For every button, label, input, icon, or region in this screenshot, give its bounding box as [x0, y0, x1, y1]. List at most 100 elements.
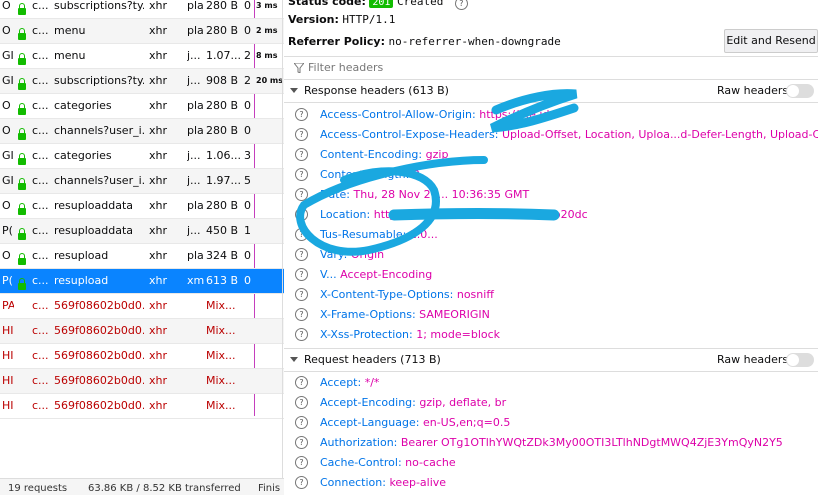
raw-headers-label: Raw headers: [717, 84, 789, 97]
filter-headers-bar[interactable]: Filter headers: [284, 56, 818, 80]
request-headers-section-header[interactable]: Request headers (713 B) Raw headers: [284, 348, 818, 372]
request-method: O: [2, 0, 11, 12]
header-name-text: Date:: [320, 188, 350, 201]
header-name-text: Accept-Language:: [320, 416, 420, 429]
help-icon[interactable]: ?: [295, 416, 308, 429]
request-domain: c...: [32, 349, 49, 362]
request-domain: c...: [32, 174, 49, 187]
help-icon[interactable]: ?: [295, 288, 308, 301]
header-name-text: Tus-Resumable:: [320, 228, 407, 241]
help-icon[interactable]: ?: [295, 228, 308, 241]
request-row[interactable]: GI c... subscriptions?ty... xhr j... 908 B 2. 2…: [0, 69, 284, 94]
request-method: O: [2, 199, 11, 212]
request-cause: xhr: [149, 24, 168, 37]
help-icon[interactable]: ?: [295, 456, 308, 469]
header-name-text: Cache-Control:: [320, 456, 402, 469]
request-timing: [256, 269, 284, 293]
lock-icon: [18, 144, 30, 168]
help-icon[interactable]: ?: [295, 188, 308, 201]
header-value: no-cache: [405, 456, 456, 469]
request-transferred: 908 B: [206, 74, 239, 87]
request-type: [187, 344, 205, 368]
header-name-text: Accept-Encoding:: [320, 396, 416, 409]
help-icon[interactable]: ?: [295, 248, 308, 261]
panel-splitter[interactable]: [282, 0, 283, 494]
help-icon[interactable]: ?: [295, 108, 308, 121]
request-file: 569f08602b0d0...: [54, 399, 144, 412]
request-timing: [256, 319, 284, 343]
raw-headers-toggle[interactable]: [786, 84, 814, 98]
request-file: menu: [54, 24, 86, 37]
help-icon[interactable]: ?: [295, 148, 308, 161]
header-name: X-Frame-Options: SAMEORIGIN: [320, 305, 490, 325]
request-domain: c...: [32, 199, 49, 212]
request-domain: c...: [32, 49, 49, 62]
request-row[interactable]: HI c... 569f08602b0d0... xhr Mix...: [0, 344, 284, 369]
request-timing: 8 ms: [256, 51, 278, 60]
help-icon[interactable]: ?: [295, 328, 308, 341]
request-row[interactable]: Oc... categories xhr pla 280 B 0: [0, 94, 284, 119]
header-name-text: Content-Length:: [320, 168, 410, 181]
request-row[interactable]: GI c... categories xhr j... 1.06...3.: [0, 144, 284, 169]
request-type: [187, 294, 205, 318]
help-icon[interactable]: ?: [295, 476, 308, 489]
response-headers-title: Response headers (613 B): [304, 84, 449, 97]
request-row[interactable]: GI c... channels?user_i... xhr j... 1.97...5!: [0, 169, 284, 194]
help-icon[interactable]: ?: [295, 128, 308, 141]
chevron-down-icon[interactable]: [290, 88, 298, 93]
help-icon[interactable]: ?: [295, 168, 308, 181]
edit-and-resend-button[interactable]: Edit and Resend: [724, 29, 818, 53]
header-name: Authorization: Bearer OTg1OTlhYWQtZDk3My…: [320, 433, 783, 453]
help-icon[interactable]: ?: [454, 0, 468, 10]
chevron-down-icon[interactable]: [290, 357, 298, 362]
request-transferred: 324 B: [206, 249, 239, 262]
request-row[interactable]: P(c... resuploaddata xhr j... 450 B 1: [0, 219, 284, 244]
version-value: HTTP/1.1: [342, 13, 396, 26]
request-row[interactable]: HI c... 569f08602b0d0... xhr Mix...: [0, 369, 284, 394]
referrer-value: no-referrer-when-downgrade: [388, 35, 561, 48]
request-domain: c...: [32, 324, 49, 337]
request-size: 0: [244, 199, 251, 212]
help-icon[interactable]: ?: [295, 436, 308, 449]
request-row[interactable]: HI c... 569f08602b0d0... xhr Mix...: [0, 394, 284, 419]
header-value: Origin: [350, 248, 385, 261]
help-icon[interactable]: ?: [295, 396, 308, 409]
request-size: 2.: [244, 49, 252, 62]
request-timing: [256, 94, 284, 118]
request-domain: c...: [32, 124, 49, 137]
raw-headers-toggle[interactable]: [786, 353, 814, 367]
request-row[interactable]: PA c... 569f08602b0d0... xhr Mix...: [0, 294, 284, 319]
help-icon[interactable]: ?: [295, 268, 308, 281]
lock-icon: [18, 244, 30, 268]
request-method: O: [2, 124, 11, 137]
lock-icon: [18, 69, 30, 93]
request-file: 569f08602b0d0...: [54, 299, 144, 312]
request-file: resuploaddata: [54, 224, 134, 237]
request-timing: [256, 369, 284, 393]
header-name: Access-Control-Expose-Headers: Upload-Of…: [320, 125, 818, 145]
request-file: channels?user_i...: [54, 124, 144, 137]
request-file: subscriptions?ty...: [54, 74, 144, 87]
request-row[interactable]: P(c... resupload xhr xm 613 B 0: [0, 269, 284, 294]
help-icon[interactable]: ?: [295, 376, 308, 389]
request-cause: xhr: [149, 324, 168, 337]
request-row[interactable]: Oc... subscriptions?ty... xhr pla 280 B 0 3 ms: [0, 0, 284, 19]
request-size: 3.: [244, 149, 252, 162]
request-row[interactable]: Oc... channels?user_i... xhr pla 280 B 0: [0, 119, 284, 144]
request-timing: [256, 144, 284, 168]
request-method: GI: [2, 49, 14, 62]
header-name: X-Xss-Protection: 1; mode=block: [320, 325, 500, 345]
header-name: Cache-Control: no-cache: [320, 453, 456, 473]
request-row[interactable]: GI c... menu xhr j... 1.07...2. 8 ms: [0, 44, 284, 69]
help-icon[interactable]: ?: [295, 308, 308, 321]
raw-headers-label: Raw headers: [717, 353, 789, 366]
request-row[interactable]: Oc... menu xhr pla 280 B 0 2 ms: [0, 19, 284, 44]
response-headers-section-header[interactable]: Response headers (613 B) Raw headers: [284, 80, 818, 103]
request-row[interactable]: Oc... resupload xhr pla 324 B 0: [0, 244, 284, 269]
filter-headers-input[interactable]: Filter headers: [308, 57, 383, 79]
help-icon[interactable]: ?: [295, 208, 308, 221]
status-code-badge: 201: [369, 0, 394, 8]
request-row[interactable]: Oc... resuploaddata xhr pla 280 B 0: [0, 194, 284, 219]
request-row[interactable]: HI c... 569f08602b0d0... xhr Mix...: [0, 319, 284, 344]
request-size: 2.: [244, 74, 252, 87]
